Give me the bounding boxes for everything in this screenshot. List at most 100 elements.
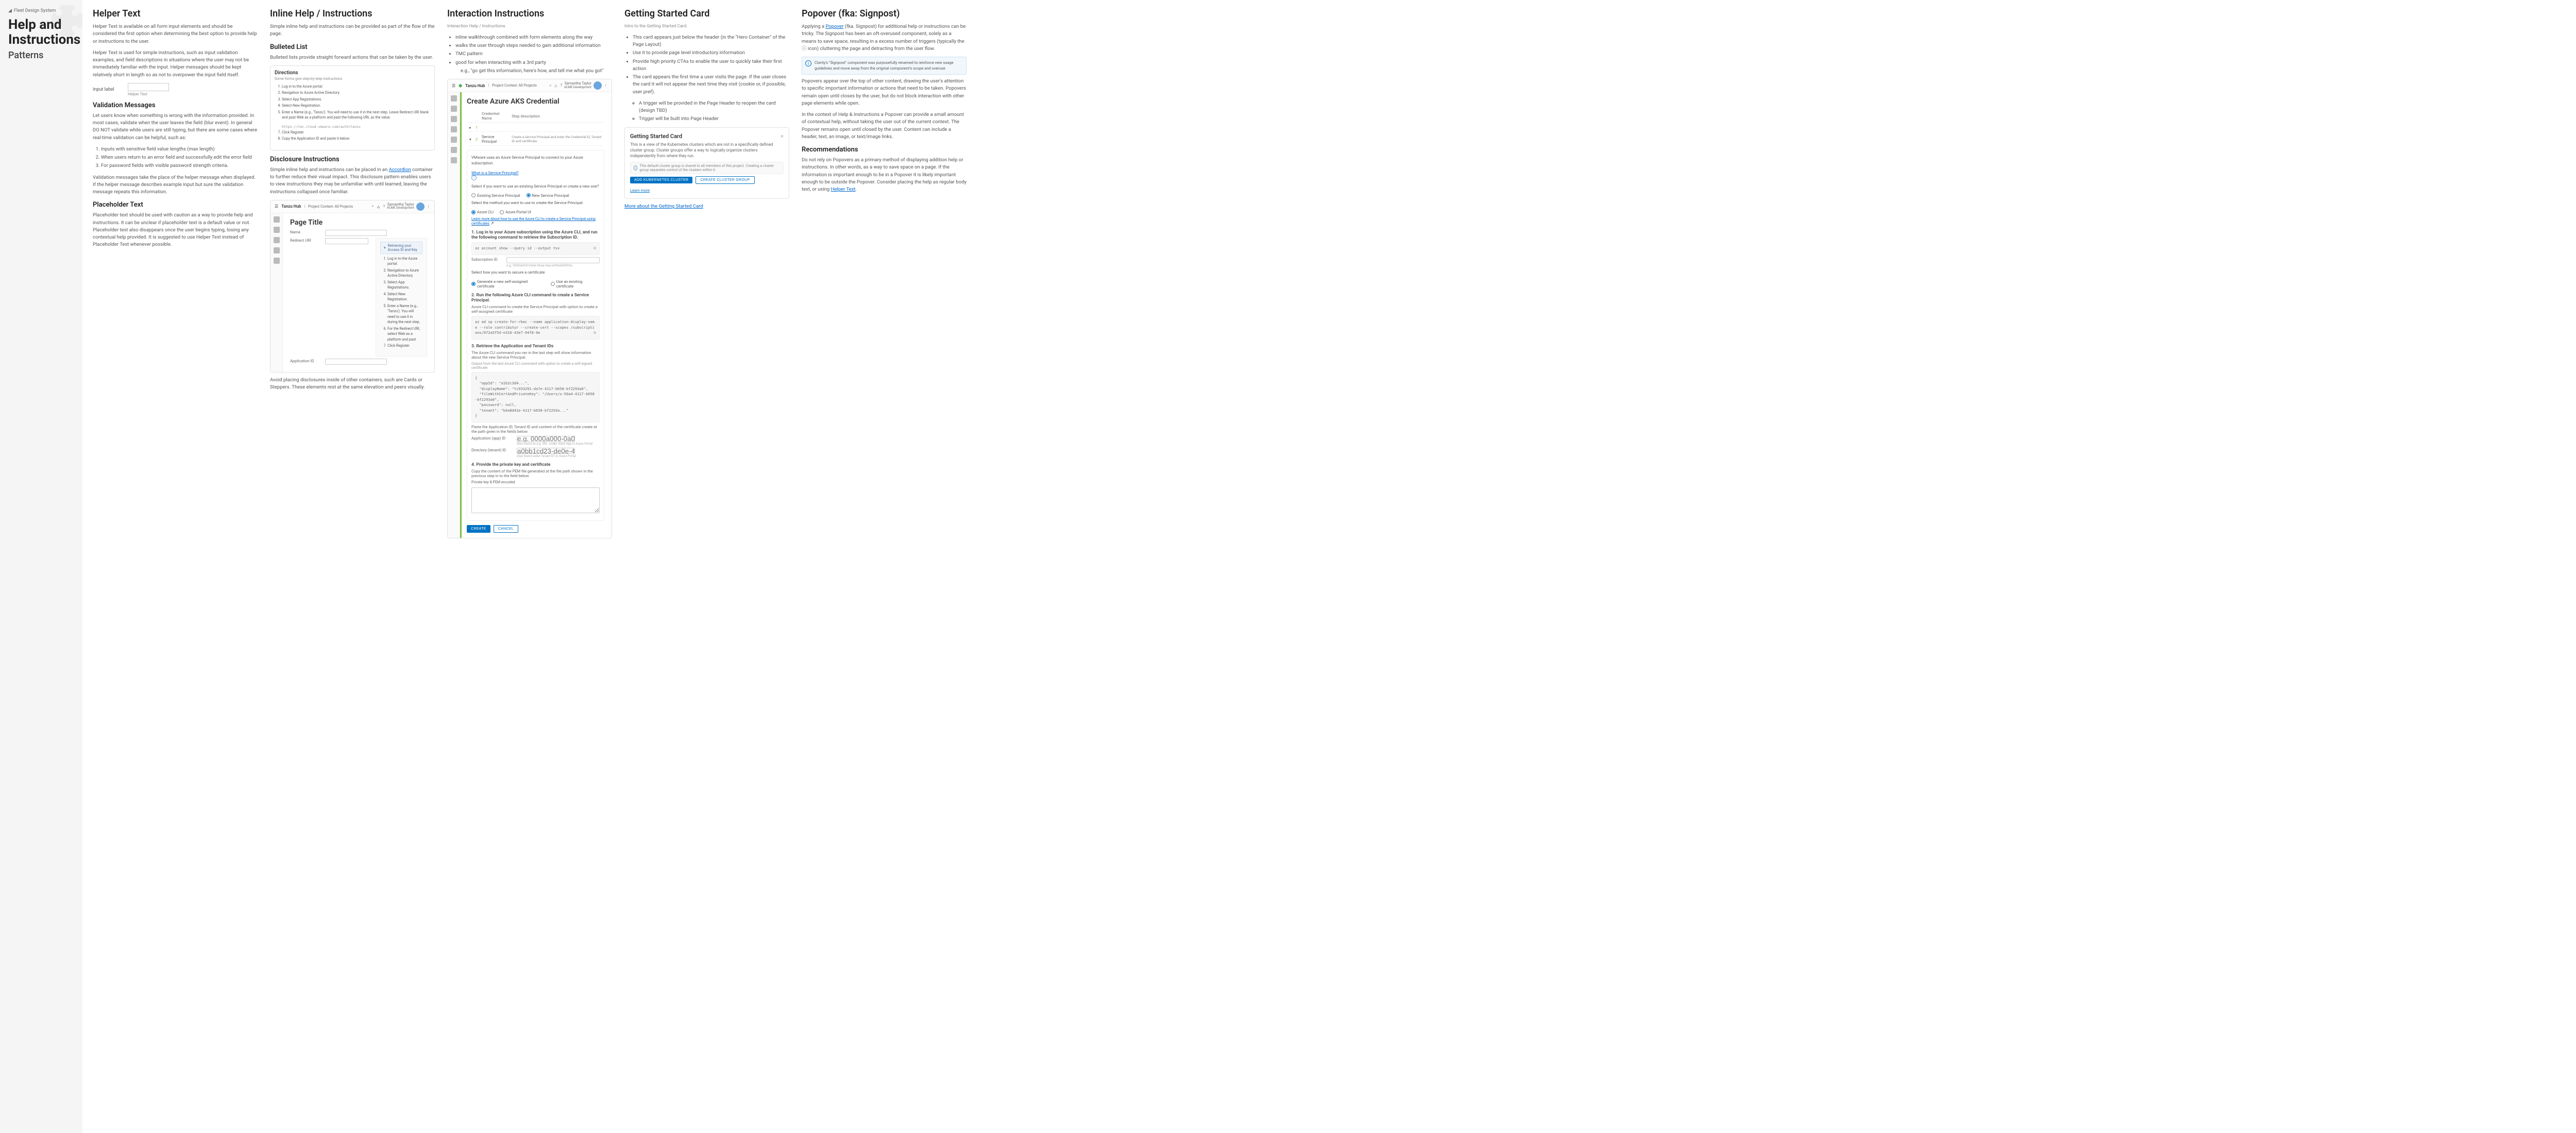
paragraph: Avoid placing disclosures inside of othe… — [270, 377, 435, 392]
info-icon: i — [634, 165, 637, 171]
search-icon[interactable]: ⌕ — [549, 83, 551, 88]
chevron-down-icon: ▾ — [384, 246, 386, 250]
bell-icon[interactable]: △ — [554, 83, 557, 88]
code-block: az account show --query id --output tsv … — [471, 242, 600, 255]
tenant-id-input[interactable] — [517, 448, 575, 454]
heading: Placeholder Text — [93, 201, 258, 209]
section-popover: Popover (fka: Signpost) Applying a Popov… — [802, 8, 967, 1125]
search-icon[interactable]: ⌕ — [372, 204, 374, 209]
sample-input[interactable] — [128, 83, 169, 91]
interaction-bullets: inline walkthrough combined with form el… — [447, 34, 612, 75]
helper-text: Helper Text — [128, 92, 169, 96]
nav-icon[interactable] — [451, 137, 457, 143]
sidebar: ◢Fleet Design System Help and Instructio… — [0, 0, 82, 1133]
nav-icon[interactable] — [274, 216, 280, 223]
section-getting-started: Getting Started Card Intro to the Gettin… — [624, 8, 789, 1125]
service-principal-link[interactable]: What is a Service Principal? — [471, 171, 519, 175]
input-label: Input label — [93, 87, 124, 92]
radio-generate-cert[interactable]: Generate a new self-assigned certificate — [471, 279, 545, 289]
paragraph: Validation messages take the place of th… — [93, 174, 258, 196]
nav-icon[interactable] — [451, 147, 457, 153]
puzzle-icon — [41, 0, 93, 52]
heading: Bulleted List — [270, 43, 435, 51]
popover-link[interactable]: Popover — [825, 24, 843, 29]
cancel-button[interactable]: CANCEL — [494, 525, 518, 533]
external-link-icon: ↗ — [490, 221, 494, 226]
avatar[interactable] — [416, 202, 425, 211]
helper-text-link[interactable]: Helper Text — [831, 187, 856, 192]
paragraph: Helper Text is available on all form inp… — [93, 23, 258, 45]
sub-bullets: A trigger will be provided in the Page H… — [624, 100, 789, 123]
avatar[interactable] — [594, 81, 602, 90]
radio-existing[interactable]: Existing Service Principal — [471, 193, 520, 198]
app-id-input[interactable] — [517, 436, 575, 442]
hamburger-icon[interactable]: ☰ — [275, 204, 278, 209]
heading: Inline Help / Instructions — [270, 8, 435, 19]
nav-icon[interactable] — [451, 157, 457, 163]
radio-portal[interactable]: Azure Portal UI — [500, 210, 531, 214]
nav-icon[interactable] — [451, 126, 457, 132]
section-interaction: Interaction Instructions Interaction Hel… — [447, 8, 612, 1125]
help-icon[interactable]: ? — [561, 83, 562, 88]
stepper-table: Credential NameStep description ▸1 ▾2Ser… — [467, 109, 604, 147]
nav-icon[interactable] — [274, 227, 280, 233]
tanzu-disclosure-screenshot: ☰ Tanzu Hub | Project Context: All Proje… — [270, 200, 435, 373]
paragraph: Simple inline help and instructions can … — [270, 166, 435, 196]
help-icon[interactable]: ? — [383, 205, 385, 209]
nav-icon[interactable] — [451, 116, 457, 122]
heading: Recommendations — [802, 146, 967, 154]
main-content: Helper Text Helper Text is available on … — [82, 0, 2576, 1133]
add-cluster-button[interactable]: ADD KUBERNETES CLUSTER — [630, 177, 692, 183]
pem-textarea[interactable] — [471, 487, 600, 513]
nav-icon[interactable] — [274, 237, 280, 243]
copy-icon[interactable]: ⧉ — [594, 330, 596, 336]
code-block: az ad sp create-for-rbac --name applicat… — [471, 316, 600, 340]
table-row[interactable]: ▾2Service PrincipalCreate a Service Prin… — [468, 133, 603, 146]
paragraph: Applying a Popover (fka. Signpost) for a… — [802, 23, 967, 53]
heading: Popover (fka: Signpost) — [802, 8, 967, 19]
nav-icon[interactable] — [274, 247, 280, 253]
accordion-link[interactable]: Accordion — [389, 167, 411, 173]
nav-icon[interactable] — [451, 106, 457, 112]
section-inline-help: Inline Help / Instructions Simple inline… — [270, 8, 435, 1125]
appid-input[interactable] — [325, 359, 387, 365]
info-alert: i Clarity's "Signpost" component was pur… — [802, 57, 967, 75]
paragraph: Placeholder text should be used with cau… — [93, 212, 258, 248]
learn-more-link[interactable]: Learn more — [630, 188, 650, 193]
intro: Intro to the Getting Started Card. — [624, 23, 789, 30]
paragraph: Let users know when something is wrong w… — [93, 112, 258, 142]
hamburger-icon[interactable]: ☰ — [452, 83, 455, 88]
paragraph: Simple inline help and instructions can … — [270, 23, 435, 38]
getting-started-bullets: This card appears just below the header … — [624, 34, 789, 96]
name-input[interactable] — [325, 230, 387, 236]
home-icon[interactable]: ⬢ — [459, 83, 462, 88]
disclosure-toggle[interactable]: ▾Retrieving your Access ID and Key — [380, 242, 422, 254]
paragraph: Helper Text is used for simple instructi… — [93, 49, 258, 79]
radio-new[interactable]: New Service Principal — [527, 193, 569, 198]
redirect-input[interactable] — [325, 238, 368, 244]
copy-icon[interactable]: ⧉ — [594, 246, 596, 251]
nav-icon[interactable] — [274, 258, 280, 264]
more-about-link[interactable]: More about the Getting Started Card — [624, 204, 703, 209]
paragraph: Popovers appear over the top of other co… — [802, 78, 967, 107]
table-row[interactable]: ▸1 — [468, 124, 603, 132]
directions-screenshot: Directions Some forms give step-by-step … — [270, 65, 435, 150]
paragraph: Do not rely on Popovers as a primary met… — [802, 157, 967, 193]
radio-cli[interactable]: Azure CLI — [471, 210, 494, 214]
bell-icon[interactable]: 🜂 — [377, 203, 380, 210]
close-icon[interactable]: × — [781, 133, 784, 140]
menu-icon[interactable]: ⋮ — [604, 83, 607, 88]
nav-icon[interactable] — [451, 95, 457, 102]
heading: Validation Messages — [93, 102, 258, 109]
create-group-button[interactable]: CREATE CLUSTER GROUP — [696, 176, 754, 184]
subscription-id-input[interactable] — [506, 257, 600, 263]
create-button[interactable]: CREATE — [467, 525, 490, 533]
radio-use-cert[interactable]: Use an existing certificate — [551, 279, 600, 289]
heading: Interaction Instructions — [447, 8, 612, 19]
getting-started-card: Getting Started Card × This is a view of… — [624, 127, 789, 199]
paragraph: In the context of Help & Instructions a … — [802, 111, 967, 141]
menu-icon[interactable]: ⋮ — [427, 205, 430, 209]
info-icon[interactable]: i — [471, 175, 477, 180]
section-helper-text: Helper Text Helper Text is available on … — [93, 8, 258, 1125]
tanzu-create-credential-screenshot: ☰ ⬢ Tanzu Hub | Project Context: All Pro… — [447, 79, 612, 538]
